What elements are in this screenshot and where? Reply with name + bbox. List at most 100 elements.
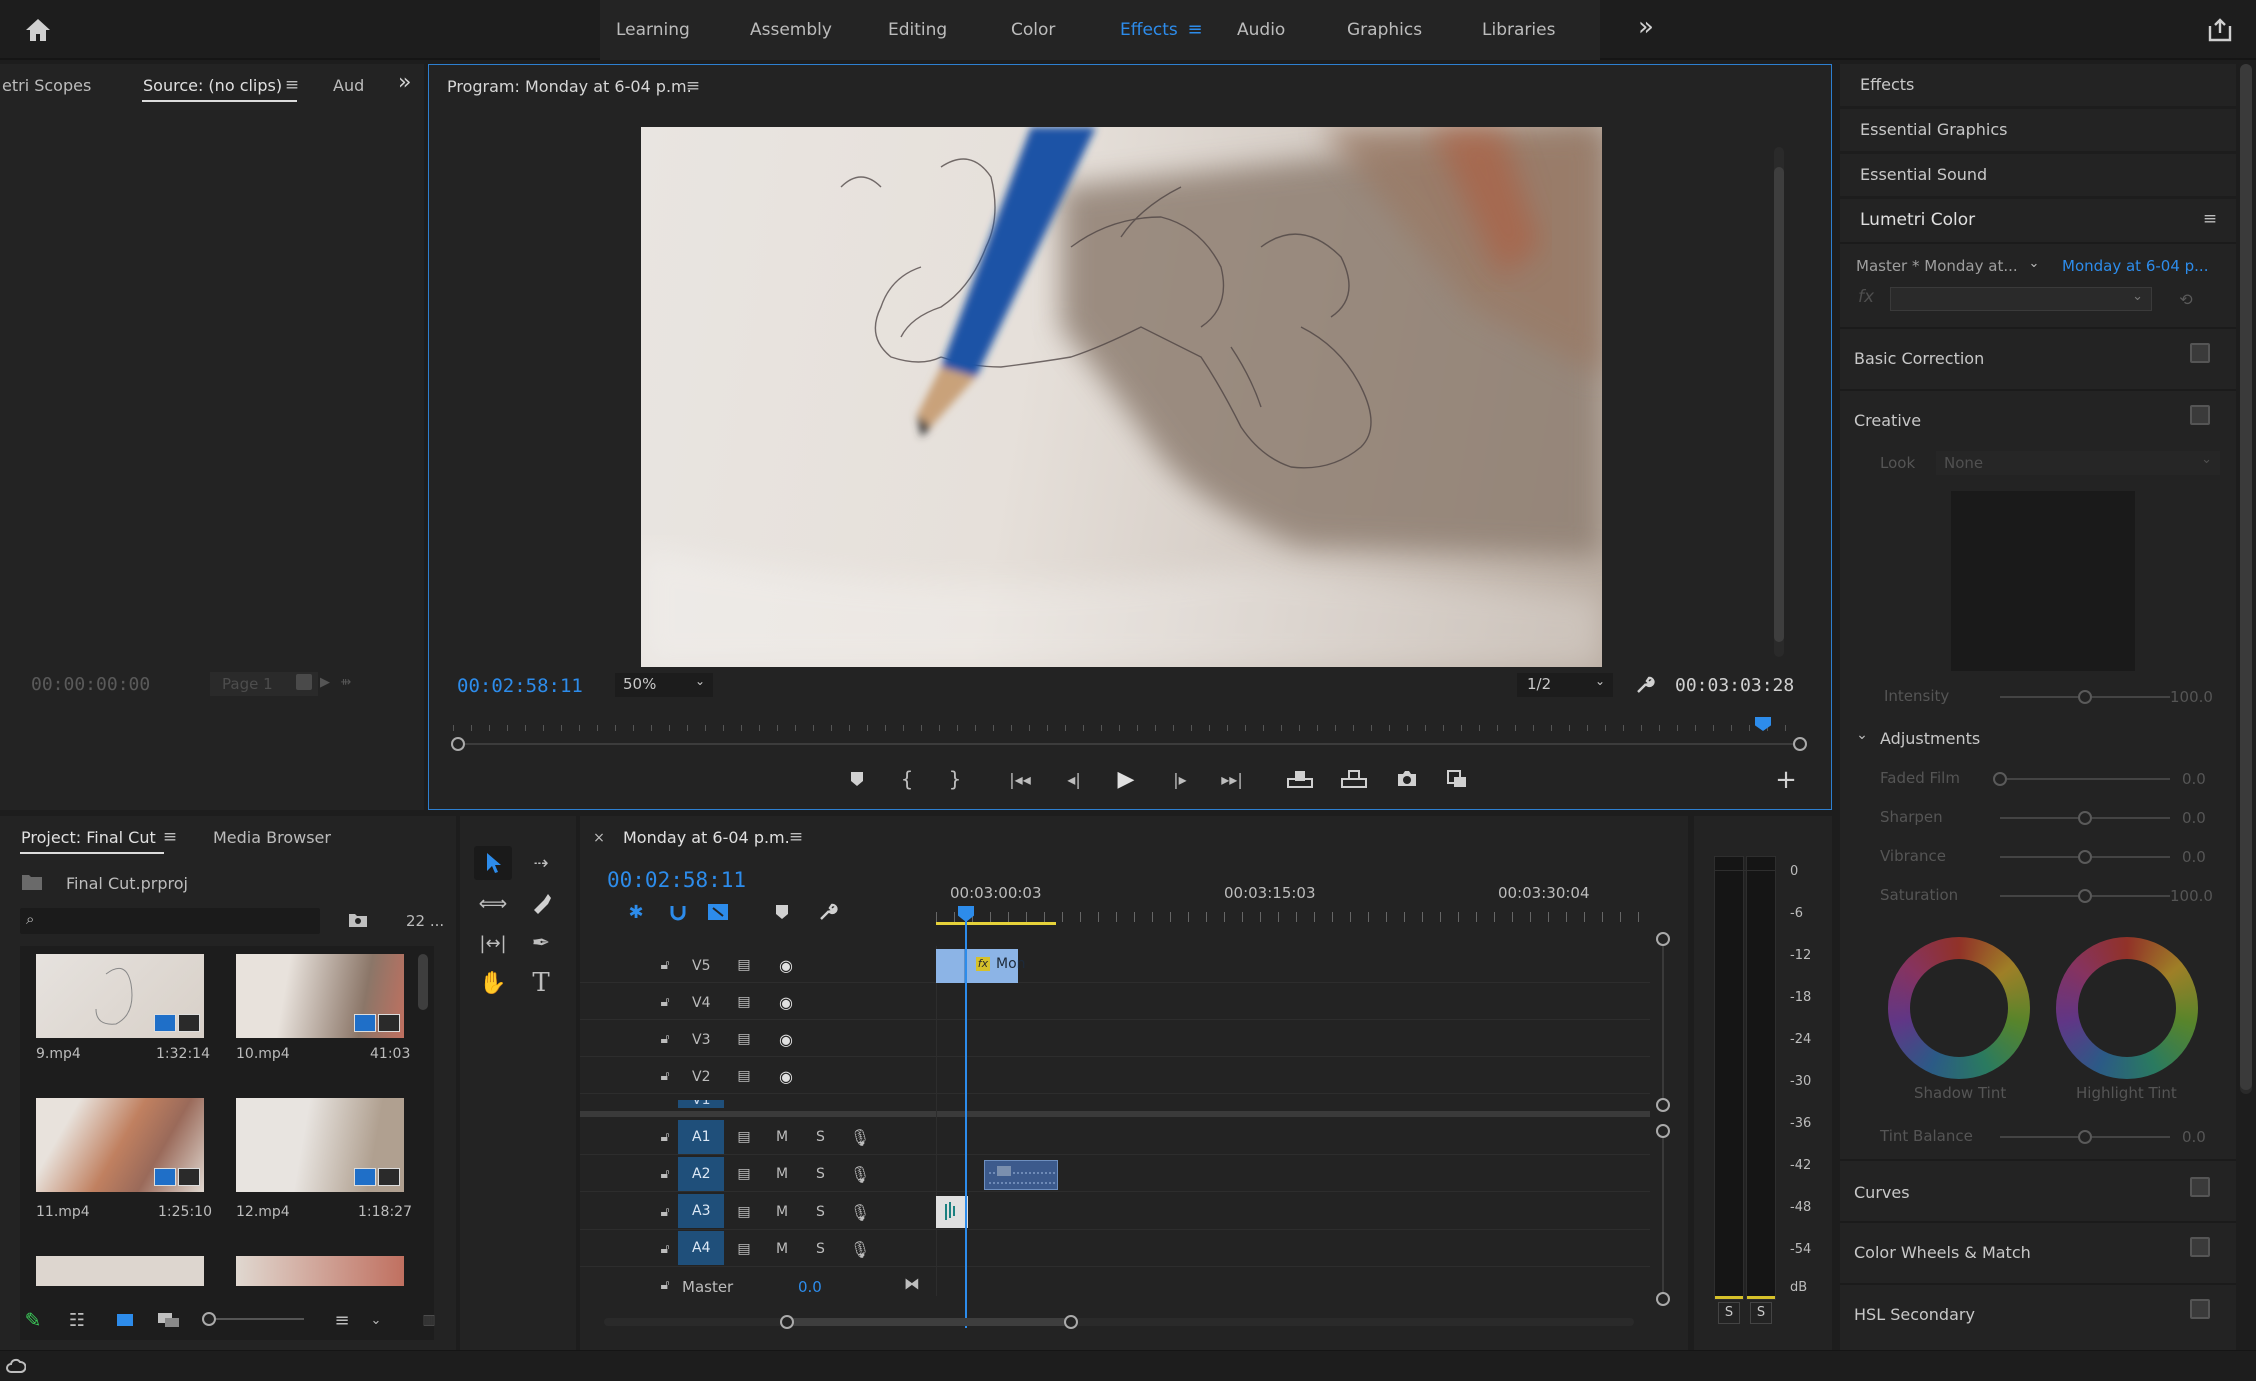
microphone-icon[interactable]: 🎙︎ bbox=[850, 1126, 870, 1148]
program-zoom-select[interactable]: 50% ⌄ bbox=[615, 673, 713, 697]
program-ruler[interactable] bbox=[453, 717, 1803, 739]
audio-tracks-vertical-scroll[interactable] bbox=[1662, 1138, 1664, 1292]
solo-button-a3[interactable]: S bbox=[816, 1204, 825, 1220]
sequence-tab-title[interactable]: Monday at 6-04 p.m. bbox=[623, 828, 790, 847]
timeline-zoom-right-handle[interactable] bbox=[1064, 1315, 1078, 1329]
tint-balance-slider-knob[interactable] bbox=[2078, 1130, 2092, 1144]
curves-checkbox[interactable] bbox=[2190, 1177, 2210, 1197]
vibrance-value[interactable]: 0.0 bbox=[2182, 848, 2206, 866]
solo-button-a4[interactable]: S bbox=[816, 1241, 825, 1257]
audio-tracks-zoom-bottom-handle[interactable] bbox=[1656, 1292, 1670, 1306]
sync-lock-icon[interactable]: ▤ bbox=[734, 1165, 754, 1183]
video-tracks-zoom-top-handle[interactable] bbox=[1656, 932, 1670, 946]
sync-lock-icon[interactable]: ▤ bbox=[734, 1067, 754, 1085]
timeline-zoom-left-handle[interactable] bbox=[780, 1315, 794, 1329]
workspace-tab-graphics[interactable]: Graphics bbox=[1347, 20, 1422, 40]
program-timecode-current[interactable]: 00:02:58:11 bbox=[457, 675, 583, 697]
creative-section[interactable]: Creative bbox=[1840, 389, 2236, 445]
lock-icon[interactable]: 🔓︎ bbox=[656, 993, 674, 1011]
pencil-icon[interactable]: ✎ bbox=[20, 1308, 46, 1332]
reset-icon[interactable]: ⟲ bbox=[2174, 287, 2198, 311]
video-tracks-zoom-bottom-handle[interactable] bbox=[1656, 1098, 1670, 1112]
workspace-tab-audio[interactable]: Audio bbox=[1237, 20, 1285, 40]
sync-lock-icon[interactable]: ▤ bbox=[734, 1128, 754, 1146]
lumetri-effect-select[interactable]: ⌄ bbox=[1890, 287, 2152, 311]
timeline-horizontal-scrollbar[interactable] bbox=[604, 1318, 1634, 1326]
right-panel-scrollbar[interactable] bbox=[2240, 64, 2252, 1094]
chevron-down-icon[interactable]: ⌄ bbox=[368, 1308, 384, 1332]
lock-icon[interactable]: 🔓︎ bbox=[656, 1067, 674, 1085]
comparison-view-icon[interactable] bbox=[1443, 767, 1471, 791]
master-track-value[interactable]: 0.0 bbox=[798, 1278, 822, 1296]
track-target-a1[interactable]: A1 bbox=[678, 1120, 724, 1154]
sync-lock-icon[interactable]: ▤ bbox=[734, 956, 754, 974]
look-select[interactable]: None ⌄ bbox=[1936, 451, 2220, 475]
chevron-down-icon[interactable]: ⌄ bbox=[2026, 253, 2042, 273]
lumetri-color-title[interactable]: Lumetri Color bbox=[1860, 210, 1975, 230]
intensity-value[interactable]: 100.0 bbox=[2170, 688, 2213, 706]
sync-lock-icon[interactable]: ▤ bbox=[734, 1030, 754, 1048]
creative-checkbox[interactable] bbox=[2190, 405, 2210, 425]
workspace-tab-effects[interactable]: Effects bbox=[1120, 20, 1178, 40]
mark-out-icon[interactable]: } bbox=[943, 767, 967, 791]
lock-icon[interactable]: 🔓︎ bbox=[656, 1203, 674, 1221]
timeline-ruler-ticks[interactable] bbox=[936, 912, 1644, 922]
slip-tool-icon[interactable]: |↔| bbox=[474, 926, 512, 960]
hsl-secondary-section[interactable]: HSL Secondary bbox=[1840, 1283, 2236, 1343]
add-marker-icon[interactable] bbox=[845, 767, 869, 791]
workspace-more-button[interactable]: » bbox=[1638, 12, 1654, 42]
lock-icon[interactable]: 🔓︎ bbox=[656, 1240, 674, 1258]
eye-icon[interactable]: ◉ bbox=[776, 1030, 796, 1049]
close-sequence-icon[interactable]: × bbox=[590, 828, 608, 848]
saturation-value[interactable]: 100.0 bbox=[2170, 887, 2213, 905]
color-wheels-checkbox[interactable] bbox=[2190, 1237, 2210, 1257]
mute-button-a4[interactable]: M bbox=[776, 1241, 788, 1257]
video-tracks-vertical-scroll[interactable] bbox=[1662, 946, 1664, 1098]
program-title[interactable]: Program: Monday at 6-04 p.m. bbox=[447, 77, 692, 96]
vibrance-slider-knob[interactable] bbox=[2078, 850, 2092, 864]
export-frame-camera-icon[interactable] bbox=[1393, 767, 1421, 791]
project-item-9[interactable] bbox=[36, 954, 204, 1038]
lift-icon[interactable] bbox=[1285, 767, 1315, 791]
project-grid-scroll-thumb[interactable] bbox=[418, 954, 428, 1010]
project-search-input[interactable]: ⌕ bbox=[20, 908, 320, 934]
play-icon[interactable]: ▶ bbox=[1113, 765, 1139, 793]
workspace-tab-assembly[interactable]: Assembly bbox=[750, 20, 832, 40]
project-item-partial[interactable] bbox=[36, 1256, 204, 1286]
timeline-playhead-line[interactable] bbox=[965, 914, 967, 1328]
program-video-frame[interactable] bbox=[641, 127, 1602, 667]
automate-to-sequence-icon[interactable]: ▥ bbox=[416, 1308, 442, 1332]
tab-project[interactable]: Project: Final Cut bbox=[21, 828, 156, 847]
faded-film-slider-track[interactable] bbox=[2000, 778, 2170, 780]
program-add-button-icon[interactable]: + bbox=[1773, 765, 1799, 795]
sync-lock-icon[interactable]: ▤ bbox=[734, 1240, 754, 1258]
eye-icon[interactable]: ◉ bbox=[776, 956, 796, 975]
meter-solo-left-button[interactable]: S bbox=[1718, 1302, 1740, 1324]
program-scrub-end-handle[interactable] bbox=[1793, 737, 1807, 751]
source-insert-icon[interactable]: ⇻ bbox=[334, 672, 358, 692]
sync-lock-icon[interactable]: ▤ bbox=[734, 1203, 754, 1221]
adjustments-chevron-icon[interactable]: ⌄ bbox=[1854, 727, 1870, 743]
basic-correction-section[interactable]: Basic Correction bbox=[1840, 327, 2236, 383]
color-wheels-section[interactable]: Color Wheels & Match bbox=[1840, 1221, 2236, 1281]
essential-graphics-header[interactable]: Essential Graphics bbox=[1840, 109, 2236, 151]
timeline-zoom-range[interactable] bbox=[788, 1318, 1072, 1326]
creative-cloud-icon[interactable] bbox=[4, 1355, 28, 1377]
timeline-timecode[interactable]: 00:02:58:11 bbox=[607, 868, 746, 892]
meter-solo-right-button[interactable]: S bbox=[1750, 1302, 1772, 1324]
hsl-secondary-checkbox[interactable] bbox=[2190, 1299, 2210, 1319]
lock-icon[interactable]: 🔓︎ bbox=[656, 1128, 674, 1146]
timeline-settings-wrench-icon[interactable] bbox=[816, 900, 840, 924]
work-area-bar[interactable] bbox=[936, 922, 1056, 925]
workspace-tab-color[interactable]: Color bbox=[1011, 20, 1055, 40]
freeform-view-icon[interactable] bbox=[154, 1308, 184, 1332]
video-clip-v5[interactable]: fx Mon bbox=[936, 949, 1026, 983]
share-icon[interactable] bbox=[2204, 14, 2236, 46]
razor-tool-icon[interactable] bbox=[522, 886, 560, 920]
intensity-slider-knob[interactable] bbox=[2078, 690, 2092, 704]
sharpen-slider-knob[interactable] bbox=[2078, 811, 2092, 825]
workspace-tab-libraries[interactable]: Libraries bbox=[1482, 20, 1555, 40]
workspace-menu-icon[interactable]: ≡ bbox=[1184, 18, 1206, 40]
mute-button-a3[interactable]: M bbox=[776, 1204, 788, 1220]
video-audio-divider[interactable] bbox=[580, 1111, 1650, 1117]
